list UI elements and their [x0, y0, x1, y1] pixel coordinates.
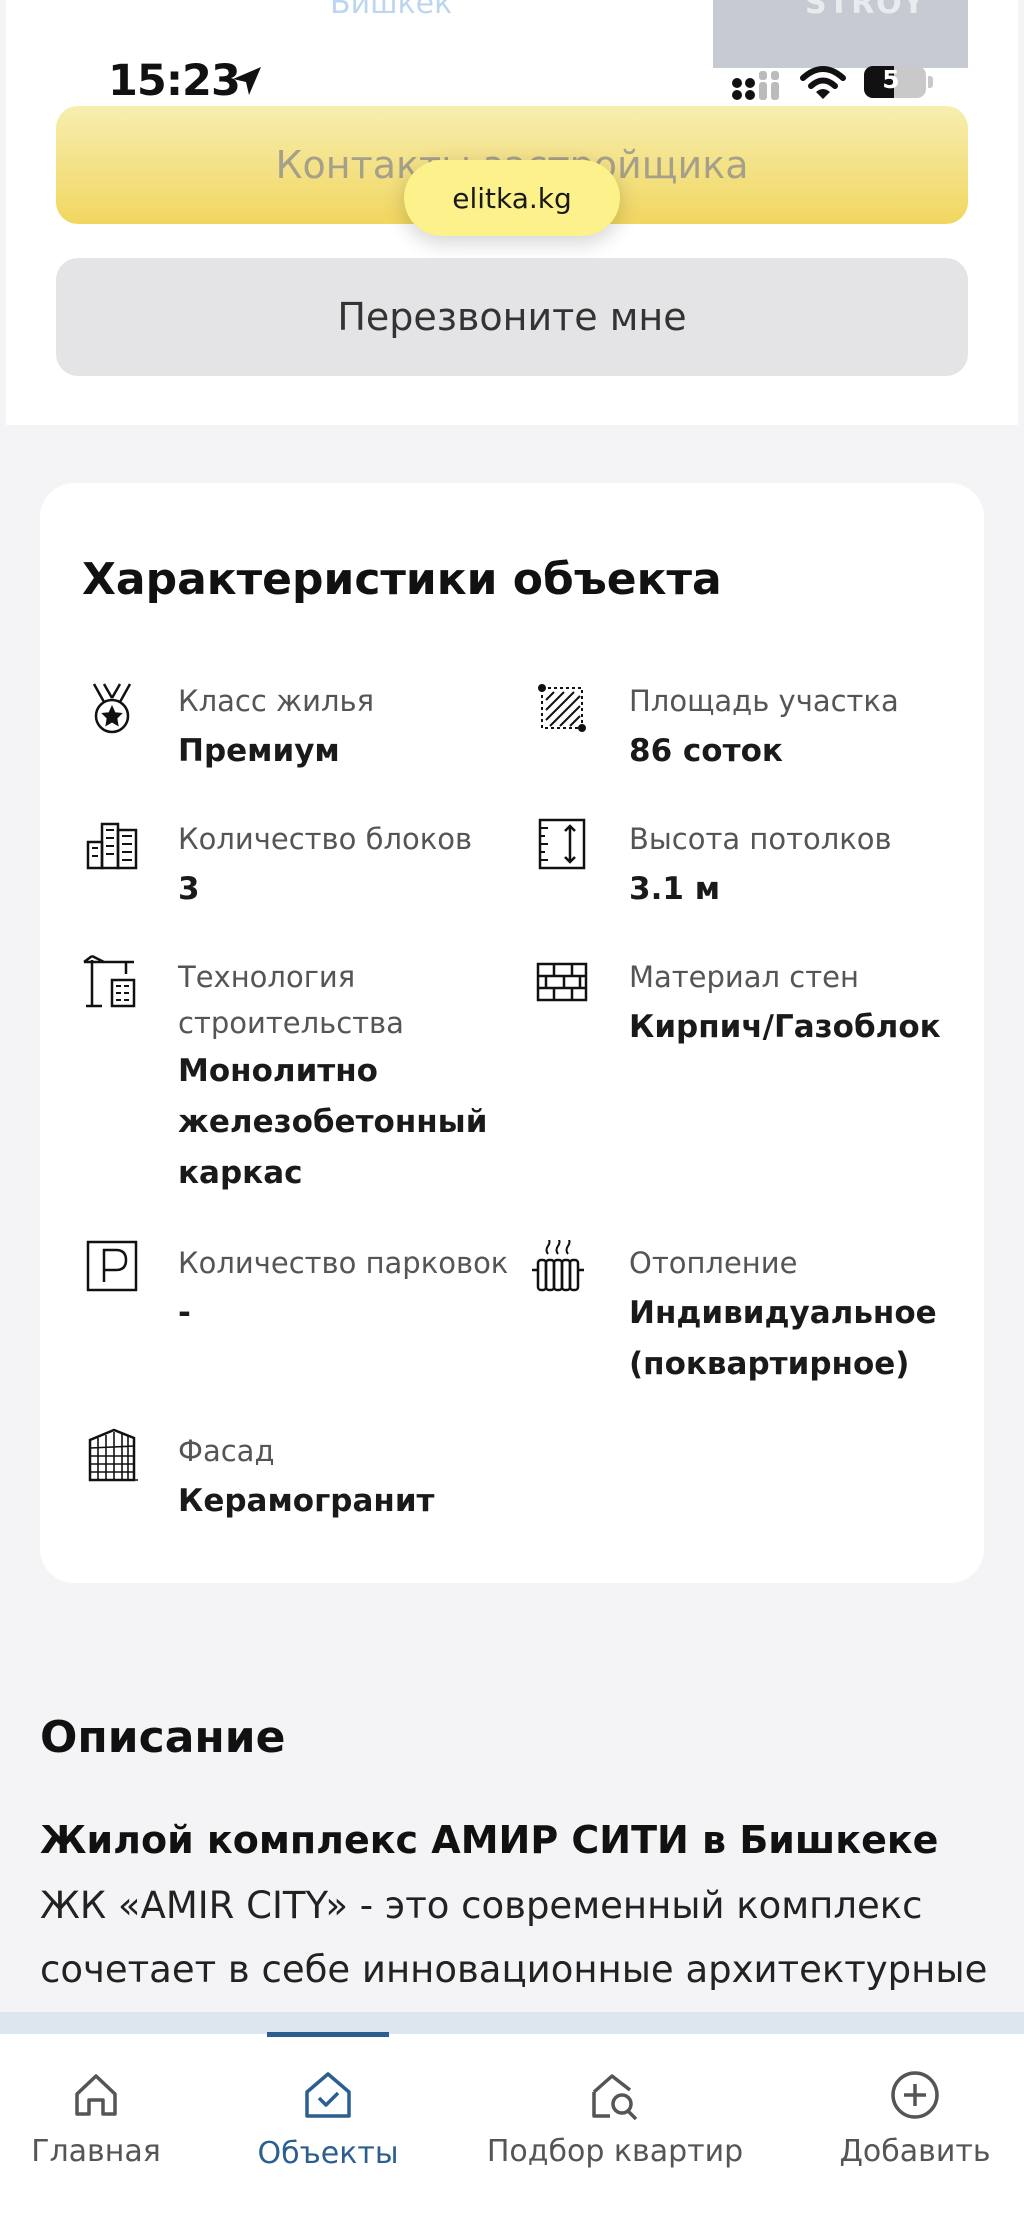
- crane-icon: [82, 952, 138, 1008]
- technology-label-line2: строительства: [178, 1006, 404, 1040]
- plot-area-label: Площадь участка: [629, 684, 899, 718]
- home-icon: [69, 2068, 123, 2122]
- characteristics-title: Характеристики объекта: [82, 554, 722, 605]
- tab-objects[interactable]: Объекты: [252, 2060, 404, 2180]
- wifi-icon: [800, 64, 846, 102]
- active-tab-indicator: [267, 2032, 389, 2037]
- description-text: ЖК «AMIR CITY» - это современный комплек…: [40, 1874, 1000, 2002]
- wall-material-value: Кирпич/Газоблок: [629, 1009, 941, 1045]
- faded-city-label: Бишкек: [330, 0, 453, 21]
- tab-apartment-search[interactable]: Подбор квартир: [484, 2060, 746, 2180]
- housing-class-value: Премиум: [178, 733, 340, 769]
- developer-logo: STROY: [713, 0, 968, 68]
- site-badge[interactable]: elitka.kg: [404, 160, 620, 236]
- tab-add[interactable]: Добавить: [836, 2060, 994, 2180]
- description-title: Описание: [40, 1712, 286, 1763]
- parking-label: Количество парковок: [178, 1246, 509, 1280]
- technology-label-line1: Технология: [178, 960, 356, 994]
- description-line: ЖК «AMIR CITY» - это современный комплек…: [40, 1884, 923, 1927]
- ceiling-height-icon: [534, 816, 590, 872]
- ceiling-height-label: Высота потолков: [629, 822, 892, 856]
- heating-value-line2: (поквартирное): [629, 1346, 910, 1382]
- parking-icon: [84, 1238, 140, 1294]
- tab-add-label: Добавить: [839, 2134, 991, 2169]
- tab-objects-label: Объекты: [257, 2136, 399, 2171]
- add-icon: [888, 2068, 942, 2122]
- technology-value-line1: Монолитно: [178, 1053, 378, 1089]
- facade-icon: [84, 1426, 140, 1482]
- cellular-signal-icon: [731, 68, 785, 102]
- battery-icon: 5: [864, 65, 926, 98]
- description-subtitle: Жилой комплекс АМИР СИТИ в Бишкеке: [40, 1818, 939, 1862]
- ceiling-height-value: 3.1 м: [629, 871, 721, 907]
- description-line: сочетает в себе инновационные архитектур…: [40, 1948, 988, 1991]
- status-time: 15:23: [108, 56, 241, 106]
- housing-class-label: Класс жилья: [178, 684, 375, 718]
- facade-value: Керамогранит: [178, 1483, 435, 1519]
- location-arrow-icon: [230, 64, 264, 98]
- callback-button[interactable]: Перезвоните мне: [56, 258, 968, 376]
- plot-area-value: 86 соток: [629, 733, 783, 769]
- heating-value-line1: Индивидуальное: [629, 1295, 937, 1331]
- blocks-value: 3: [178, 871, 200, 907]
- tab-home-label: Главная: [31, 2134, 161, 2169]
- buildings-icon: [84, 816, 140, 872]
- objects-icon: [301, 2068, 355, 2122]
- tab-apartment-search-label: Подбор квартир: [486, 2134, 744, 2169]
- parking-value: -: [178, 1295, 191, 1331]
- facade-label: Фасад: [178, 1434, 275, 1468]
- area-icon: [534, 680, 590, 736]
- battery-tip: [928, 76, 933, 88]
- tab-bar-shadow: [0, 2012, 1024, 2034]
- technology-value-line3: каркас: [178, 1155, 303, 1191]
- search-home-icon: [588, 2068, 642, 2122]
- brick-wall-icon: [534, 954, 590, 1010]
- tab-home[interactable]: Главная: [20, 2060, 172, 2180]
- medal-icon: [84, 680, 140, 736]
- radiator-icon: [530, 1237, 586, 1296]
- wall-material-label: Материал стен: [629, 960, 859, 994]
- technology-value-line2: железобетонный: [178, 1104, 488, 1140]
- blocks-label: Количество блоков: [178, 822, 473, 856]
- heating-label: Отопление: [629, 1246, 798, 1280]
